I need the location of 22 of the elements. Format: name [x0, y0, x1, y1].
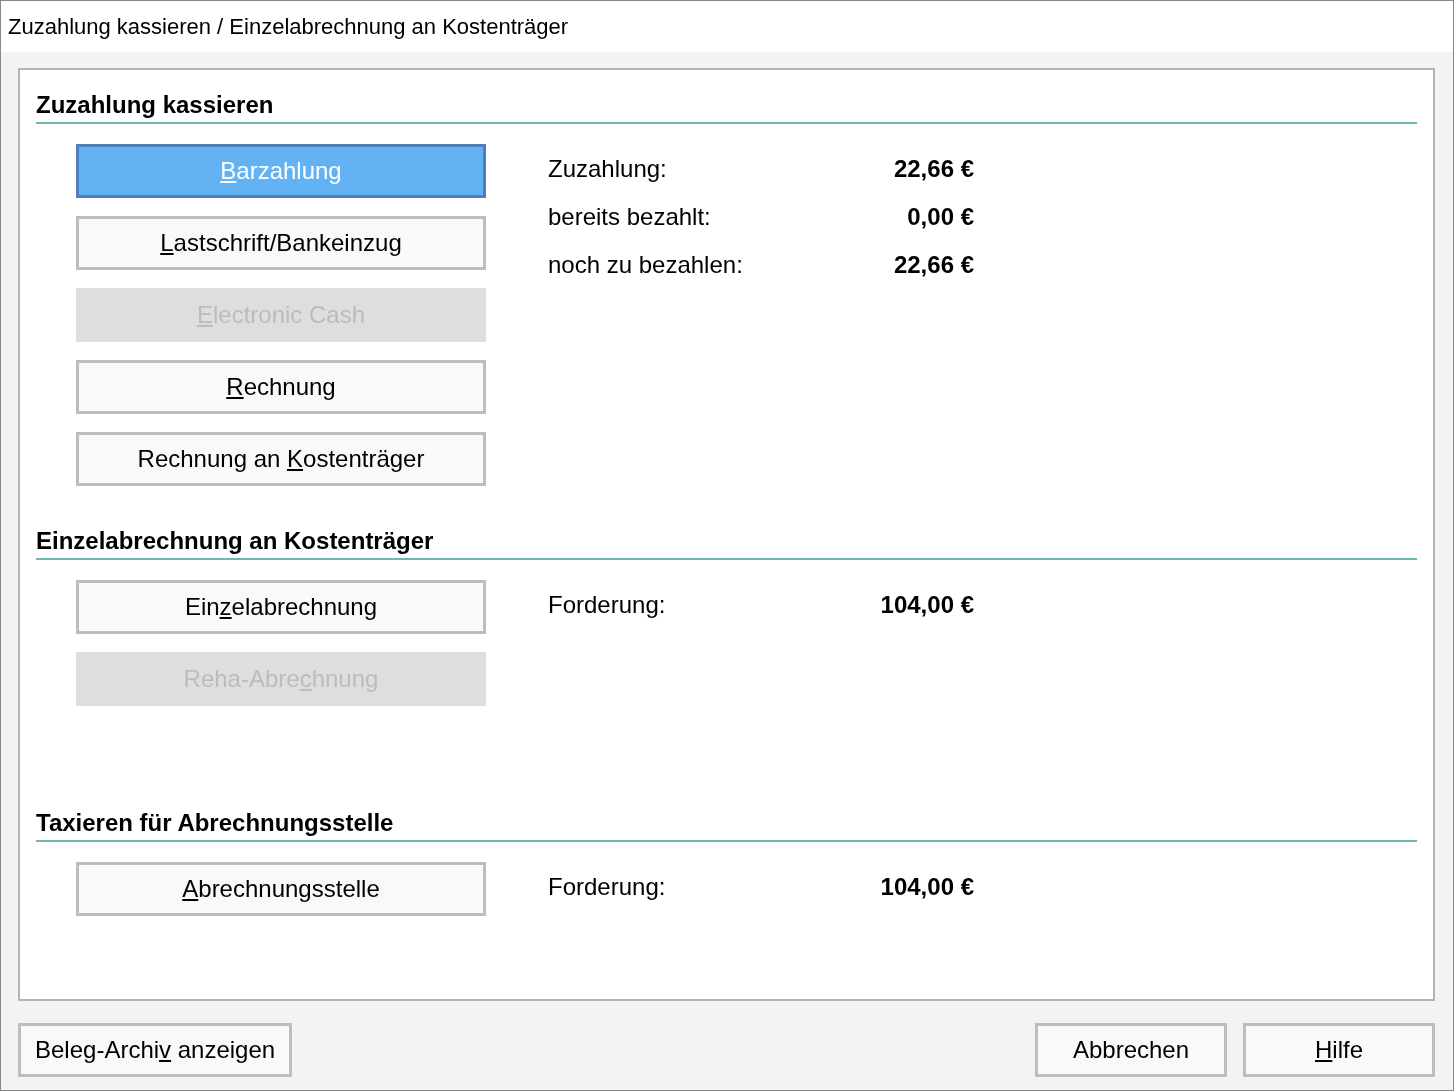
amount-value: 22,66 €: [893, 154, 974, 184]
amount-label: Forderung:: [548, 872, 666, 902]
section-heading: Einzelabrechnung an Kostenträger: [36, 526, 1417, 560]
action-button[interactable]: Lastschrift/Bankeinzug: [76, 216, 486, 270]
action-button[interactable]: Abrechnungsstelle: [76, 862, 486, 916]
footer-button[interactable]: Hilfe: [1243, 1023, 1435, 1077]
window-title: Zuzahlung kassieren / Einzelabrechnung an Kostenträger: [8, 13, 569, 40]
section-heading: Zuzahlung kassieren: [36, 90, 1417, 124]
amount-value: 104,00 €: [880, 590, 974, 620]
amount-value: 0,00 €: [907, 202, 974, 232]
amount-label: Zuzahlung:: [548, 154, 667, 184]
amount-value: 104,00 €: [880, 872, 974, 902]
amount-value: 22,66 €: [893, 250, 974, 280]
action-button[interactable]: Rechnung: [76, 360, 486, 414]
section-heading: Taxieren für Abrechnungsstelle: [36, 808, 1417, 842]
action-button[interactable]: Einzelabrechnung: [76, 580, 486, 634]
action-button[interactable]: Rechnung an Kostenträger: [76, 432, 486, 486]
amount-label: Forderung:: [548, 590, 666, 620]
footer-button[interactable]: Beleg-Archiv anzeigen: [18, 1023, 293, 1077]
amount-label: bereits bezahlt:: [548, 202, 711, 232]
footer-button[interactable]: Abbrechen: [1035, 1023, 1227, 1077]
amount-label: noch zu bezahlen:: [548, 250, 743, 280]
